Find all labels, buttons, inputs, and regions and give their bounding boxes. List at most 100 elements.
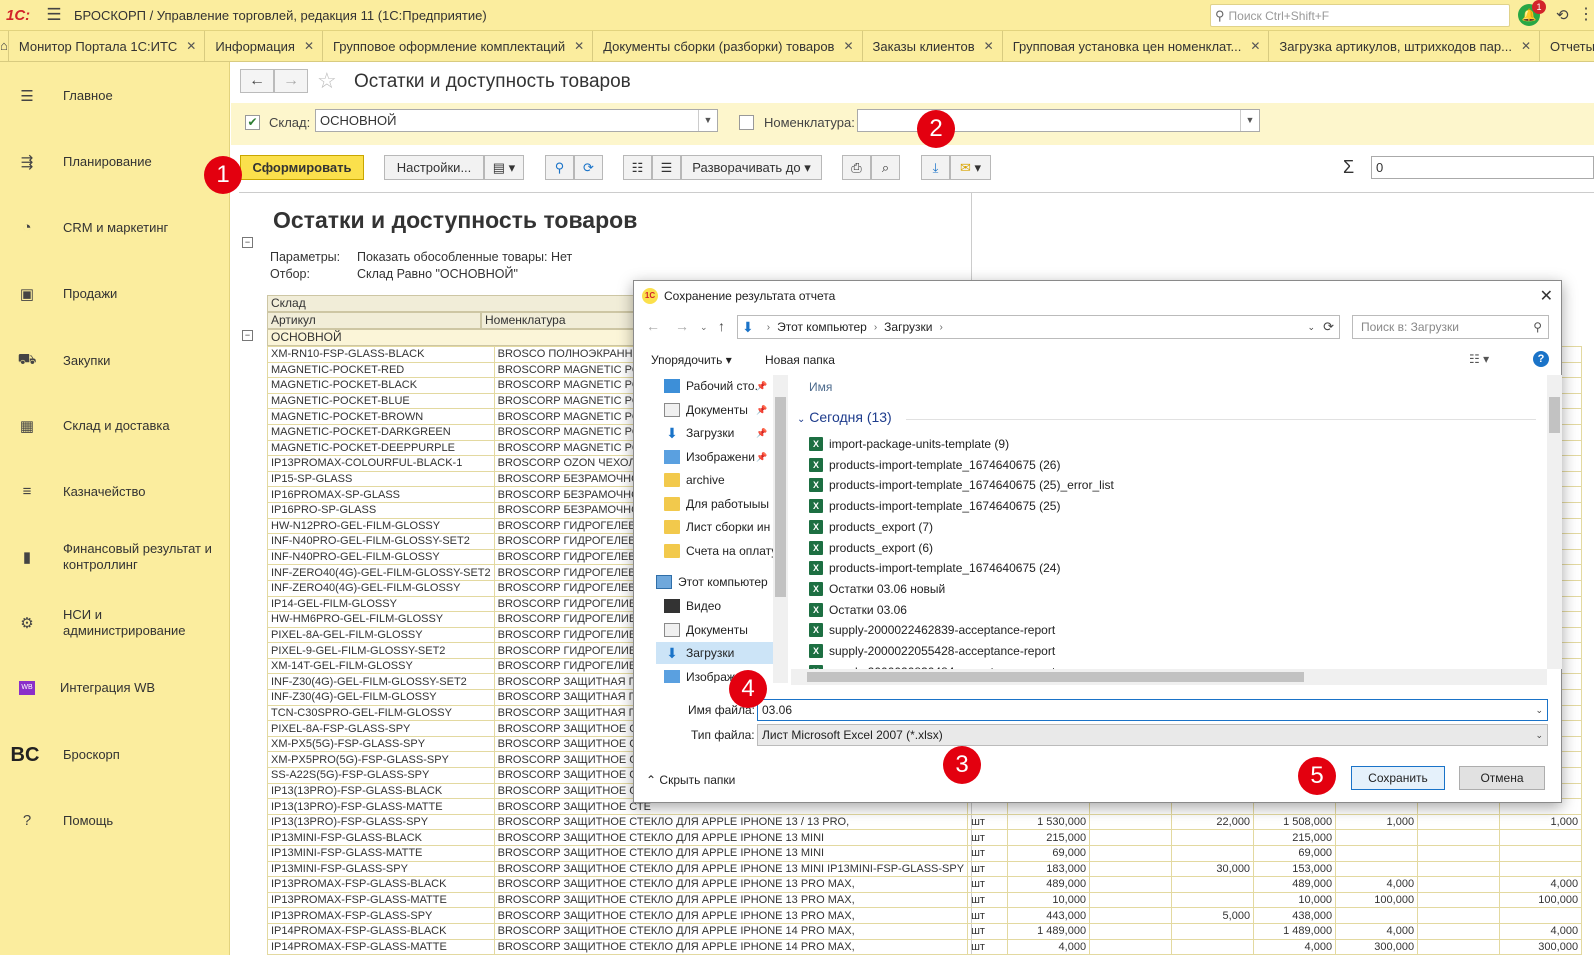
cell-value[interactable]: 5,000 [1171, 907, 1255, 924]
cell-nomenclature[interactable]: BROSCORP ЗАЩИТНОЕ СТЕКЛО ДЛЯ APPLE IPHON… [493, 860, 969, 878]
cell-article[interactable]: IP13(13PRO)-FSP-GLASS-BLACK [267, 782, 495, 800]
cell-article[interactable]: IP13PROMAX-FSP-GLASS-BLACK [267, 876, 495, 893]
sidebar-item-broscorp[interactable]: BC Броскорп [0, 734, 230, 776]
sidebar-item-sales[interactable]: ▣ Продажи [0, 285, 230, 303]
cell-article[interactable]: IP15-SP-GLASS [267, 470, 495, 488]
cell-article[interactable]: INF-ZERO40(4G)-GEL-FILM-GLOSSY-SET2 [267, 564, 495, 581]
cell-value[interactable]: 4,000 [1499, 922, 1583, 940]
breadcrumb-downloads[interactable]: Загрузки [884, 320, 932, 334]
cell-article[interactable]: TCN-C30SPRO-GEL-FILM-GLOSSY [267, 704, 495, 722]
cell-value[interactable] [1499, 907, 1583, 924]
cell-value[interactable]: 489,000 [1007, 876, 1091, 893]
cell-value[interactable]: 4,000 [1499, 876, 1583, 893]
cell-value[interactable]: 153,000 [1253, 860, 1337, 878]
cell-article[interactable]: MAGNETIC-POCKET-BLACK [267, 377, 495, 394]
hide-folders-button[interactable]: ⌃ Скрыть папки [646, 773, 735, 787]
sidebar-item-warehouse[interactable]: ▦ Склад и доставка [0, 417, 230, 435]
folder-search-input[interactable]: Поиск в: Загрузки ⚲ [1352, 315, 1549, 339]
cancel-button[interactable]: Отмена [1459, 766, 1545, 790]
cell-value[interactable] [1417, 907, 1501, 924]
warehouse-checkbox[interactable]: ✔ [245, 115, 260, 130]
cell-value[interactable] [1499, 829, 1583, 846]
cell-article[interactable]: XM-RN10-FSP-GLASS-BLACK [267, 346, 495, 363]
sidebar-item-planning[interactable]: ⇶ Планирование [0, 153, 230, 171]
cell-article[interactable]: INF-ZERO40(4G)-GEL-FILM-GLOSSY [267, 579, 495, 597]
sidebar-item-purchases[interactable]: ⛟ Закупки [0, 351, 230, 370]
nav-item[interactable]: Изображ [656, 666, 788, 683]
cell-article[interactable]: PIXEL-8A-FSP-GLASS-SPY [267, 720, 495, 737]
close-icon[interactable]: ✕ [304, 39, 314, 53]
cell-value[interactable]: 438,000 [1253, 907, 1337, 924]
warehouse-field[interactable]: ОСНОВНОЙ ▼ [315, 109, 718, 132]
collapse-group-icon[interactable]: − [242, 330, 253, 341]
cell-article[interactable]: IP13PROMAX-COLOURFUL-BLACK-1 [267, 455, 495, 472]
chevron-down-icon[interactable]: ▼ [698, 110, 717, 131]
cell-value[interactable]: 443,000 [1007, 907, 1091, 924]
cell-nomenclature[interactable]: BROSCORP ЗАЩИТНОЕ СТЕКЛО ДЛЯ APPLE IPHON… [493, 845, 969, 862]
cell-value[interactable]: 4,000 [1335, 876, 1419, 893]
sidebar-item-wb[interactable]: WB Интеграция WB [0, 680, 230, 696]
close-icon[interactable]: ✕ [1521, 39, 1531, 53]
close-icon[interactable]: ✕ [1540, 286, 1553, 306]
cell-unit[interactable]: шт [967, 876, 1009, 893]
cell-article[interactable]: IP13(13PRO)-FSP-GLASS-MATTE [267, 798, 495, 815]
tab-load-articles[interactable]: Загрузка артикулов, штрихкодов пар... ✕ [1269, 31, 1541, 61]
cell-article[interactable]: IP14-GEL-FILM-GLOSSY [267, 595, 495, 613]
file-item[interactable]: Xproducts_export (7) [809, 517, 933, 537]
nav-item[interactable]: Для работыыы [656, 493, 788, 515]
save-report-button[interactable]: ⤓ [921, 155, 950, 180]
cell-article[interactable]: IP13MINI-FSP-GLASS-BLACK [267, 829, 495, 846]
cell-value[interactable]: 300,000 [1499, 938, 1583, 955]
cell-nomenclature[interactable]: BROSCORP ЗАЩИТНОЕ СТЕКЛО ДЛЯ APPLE IPHON… [493, 891, 969, 909]
cell-value[interactable]: 100,000 [1335, 891, 1419, 909]
nav-item[interactable]: Рабочий сто. 📌 [656, 375, 788, 397]
cell-value[interactable] [1417, 829, 1501, 846]
cell-article[interactable]: INF-Z30(4G)-GEL-FILM-GLOSSY-SET2 [267, 673, 495, 691]
chevron-down-icon[interactable]: ▼ [1240, 110, 1259, 131]
cell-value[interactable] [1171, 845, 1255, 862]
tab-customer-orders[interactable]: Заказы клиентов ✕ [863, 31, 1003, 61]
cell-value[interactable] [1171, 891, 1255, 909]
cell-nomenclature[interactable]: BROSCORP ЗАЩИТНОЕ СТЕКЛО ДЛЯ APPLE IPHON… [493, 876, 969, 893]
cell-unit[interactable]: шт [967, 845, 1009, 862]
file-item[interactable]: Xproducts-import-template_1674640675 (24… [809, 558, 1060, 578]
nav-item[interactable]: Изображени 📌 [656, 446, 788, 468]
expand-to-button[interactable]: Разворачивать до ▾ [681, 155, 822, 180]
file-item[interactable]: Xproducts_export (6) [809, 538, 933, 558]
scrollbar-thumb[interactable] [1549, 397, 1560, 433]
preview-button[interactable]: ⌕ [871, 155, 900, 180]
cell-value[interactable]: 215,000 [1253, 829, 1337, 846]
cell-article[interactable]: HW-HM6PRO-GEL-FILM-GLOSSY [267, 611, 495, 628]
cell-value[interactable]: 215,000 [1007, 829, 1091, 846]
cell-article[interactable]: IP13MINI-FSP-GLASS-MATTE [267, 845, 495, 862]
cell-value[interactable] [1089, 938, 1173, 955]
cell-value[interactable] [1335, 845, 1419, 862]
table-row[interactable]: IP14PROMAX-FSP-GLASS-BLACK BROSCORP ЗАЩИТ… [267, 922, 1583, 940]
navigation-scrollbar[interactable] [773, 375, 788, 683]
cell-value[interactable] [1171, 829, 1255, 846]
cell-nomenclature[interactable]: BROSCORP ЗАЩИТНОЕ СТЕКЛО ДЛЯ APPLE IPHON… [493, 813, 969, 831]
file-item[interactable]: Xproducts-import-template_1674640675 (25… [809, 496, 1060, 516]
cell-value[interactable] [1089, 922, 1173, 940]
save-button[interactable]: Сохранить [1351, 766, 1445, 790]
cell-article[interactable]: INF-N40PRO-GEL-FILM-GLOSSY-SET2 [267, 533, 495, 550]
back-arrow-icon[interactable]: ← [646, 318, 660, 334]
sum-field[interactable]: 0 [1371, 156, 1594, 179]
cell-value[interactable] [1171, 876, 1255, 893]
sidebar-item-main[interactable]: ☰ Главное [0, 87, 230, 105]
file-item[interactable]: Xsupply-2000022462839-acceptance-report [809, 620, 1055, 640]
cell-article[interactable]: XM-PX5PRO(5G)-FSP-GLASS-SPY [267, 751, 495, 769]
cell-nomenclature[interactable]: BROSCORP ЗАЩИТНОЕ СТЕКЛО ДЛЯ APPLE IPHON… [493, 938, 969, 955]
back-button[interactable]: ← [240, 69, 274, 93]
cell-value[interactable] [1499, 860, 1583, 878]
file-item[interactable]: X Остатки 03.06 [809, 600, 907, 620]
nav-item[interactable]: Лист сборки ин [656, 516, 788, 538]
nav-item[interactable]: Этот компьютер [656, 571, 780, 593]
table-row[interactable]: IP13MINI-FSP-GLASS-SPY BROSCORP ЗАЩИТНОЕ … [267, 860, 1583, 878]
cell-unit[interactable]: шт [967, 860, 1009, 878]
cell-value[interactable] [1417, 860, 1501, 878]
cell-value[interactable] [1335, 829, 1419, 846]
tab-group-prices[interactable]: Групповая установка цен номенклат... ✕ [1003, 31, 1270, 61]
cell-nomenclature[interactable]: BROSCORP ЗАЩИТНОЕ СТЕКЛО ДЛЯ APPLE IPHON… [493, 907, 969, 924]
file-item[interactable]: Ximport-package-units-template (9) [809, 434, 1009, 454]
